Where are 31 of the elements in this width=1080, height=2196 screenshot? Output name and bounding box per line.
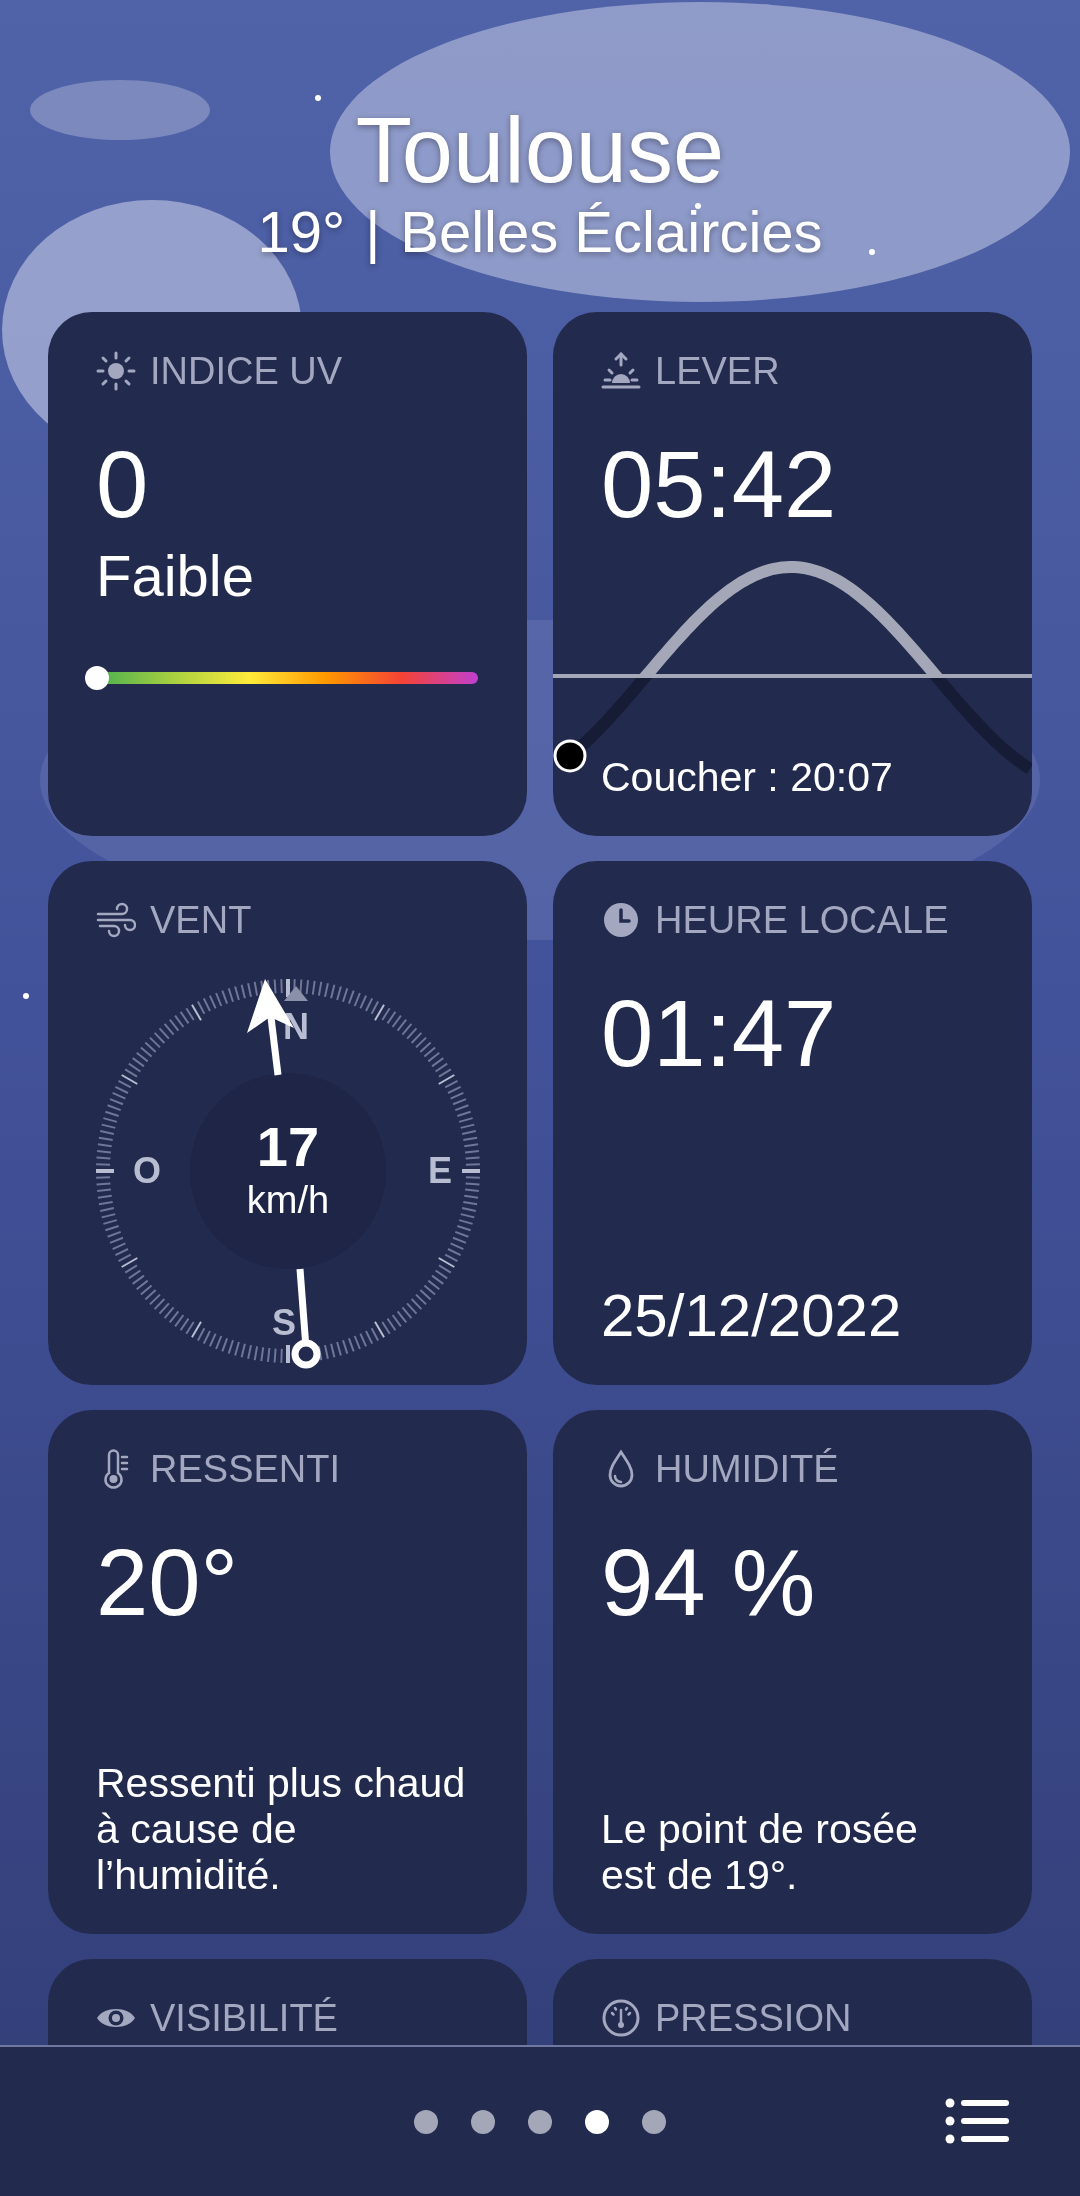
compass-direction: S — [272, 1302, 296, 1343]
clock-icon — [601, 900, 641, 940]
local-time: 01:47 — [600, 980, 838, 1088]
card-title: RESSENTI — [150, 1447, 341, 1492]
list-menu-icon — [945, 2097, 1009, 2145]
card-title: LEVER — [655, 349, 780, 394]
current-temperature: 19° — [257, 198, 346, 266]
local-date: 25/12/2022 — [601, 1283, 903, 1349]
sunrise-time: 05:42 — [600, 431, 838, 539]
uv-level-label: Faible — [95, 544, 255, 608]
feels-like-description: Ressenti plus chaud à cause de l’humidité. — [96, 1760, 467, 1898]
uv-index-value: 0 — [95, 431, 150, 539]
humidity-value: 94 % — [600, 1529, 817, 1637]
sun-icon — [96, 351, 136, 391]
gauge-icon — [601, 1998, 641, 2038]
card-title: PRESSION — [655, 1996, 852, 2041]
card-title: VENT — [150, 898, 252, 943]
compass-direction: O — [133, 1150, 161, 1191]
wind-speed-unit: km/h — [246, 1178, 330, 1222]
north-marker-icon — [284, 986, 308, 1001]
wind-speed: 17 — [256, 1116, 320, 1178]
card-title: INDICE UV — [150, 349, 343, 394]
sunset-time: Coucher : 20:07 — [601, 754, 894, 800]
sunrise-icon — [601, 351, 641, 391]
card-title: HEURE LOCALE — [655, 898, 949, 943]
dew-point-description: Le point de rosée est de 19°. — [601, 1806, 919, 1898]
compass-direction: E — [428, 1150, 452, 1191]
wind-icon — [96, 900, 136, 940]
card-title: VISIBILITÉ — [150, 1996, 338, 2041]
feels-like-temperature: 20° — [95, 1529, 240, 1637]
card-title: HUMIDITÉ — [655, 1447, 839, 1492]
